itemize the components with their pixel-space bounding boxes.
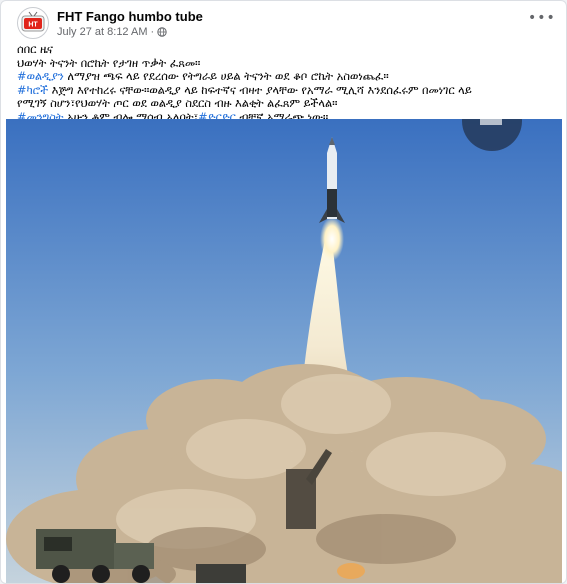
post-text: ሰበር ዜና ህወሃት ትናንት በሮኬት የታገዘ ጥቃት ፈጸመ። #ወልዲ… (17, 43, 550, 125)
post-card: HT FHT Fango humbo tube July 27 at 8:12 … (0, 0, 567, 584)
post-header: HT FHT Fango humbo tube July 27 at 8:12 … (17, 7, 555, 41)
post-text-line-2: ህወሃት ትናንት በሮኬት የታገዘ ጥቃት ፈጸመ። (17, 56, 201, 70)
text-span: ለማያዝ ጫፍ ላይ የደረሰው የትግራይ ሀይል ትናንት ወደ ቆቦ ሮኬ… (63, 70, 389, 84)
rocket-launch-photo (6, 119, 562, 583)
post-text-line-4: #ካሮች እጅግ እየተከረሩ ናቸው።ወልዲያ ላይ ከፍተኛና ብዛተ ያላ… (17, 84, 550, 98)
post-text-line-5: የሚገኝ ስሆን፣የህወሃት ጦር ወደ ወልዲያ ስደርስ ብዙ እልቂት ል… (17, 97, 338, 111)
page-avatar[interactable]: HT (17, 7, 49, 39)
post-meta: July 27 at 8:12 AM · (57, 26, 167, 38)
text-span: እጅግ እየተከረሩ ናቸው።ወልዲያ ላይ ከፍተኛና ብዛተ ያላቸው የአ… (48, 83, 472, 97)
post-text-line-1: ሰበር ዜና (17, 43, 53, 56)
hashtag-link[interactable]: #ካሮች (17, 84, 48, 97)
meta-separator: · (150, 26, 155, 38)
post-photo[interactable] (6, 119, 562, 583)
tv-logo-icon: HT (21, 11, 45, 32)
globe-icon (157, 27, 167, 37)
post-text-line-3: #ወልዲያን ለማያዝ ጫፍ ላይ የደረሰው የትግራይ ሀይል ትናንት ወ… (17, 70, 550, 84)
more-options-icon[interactable]: ••• (528, 9, 555, 27)
avatar-label: HT (28, 22, 38, 29)
post-timestamp[interactable]: July 27 at 8:12 AM (57, 26, 148, 38)
page-name-link[interactable]: FHT Fango humbo tube (57, 9, 203, 24)
hashtag-link[interactable]: #ወልዲያን (17, 70, 64, 83)
